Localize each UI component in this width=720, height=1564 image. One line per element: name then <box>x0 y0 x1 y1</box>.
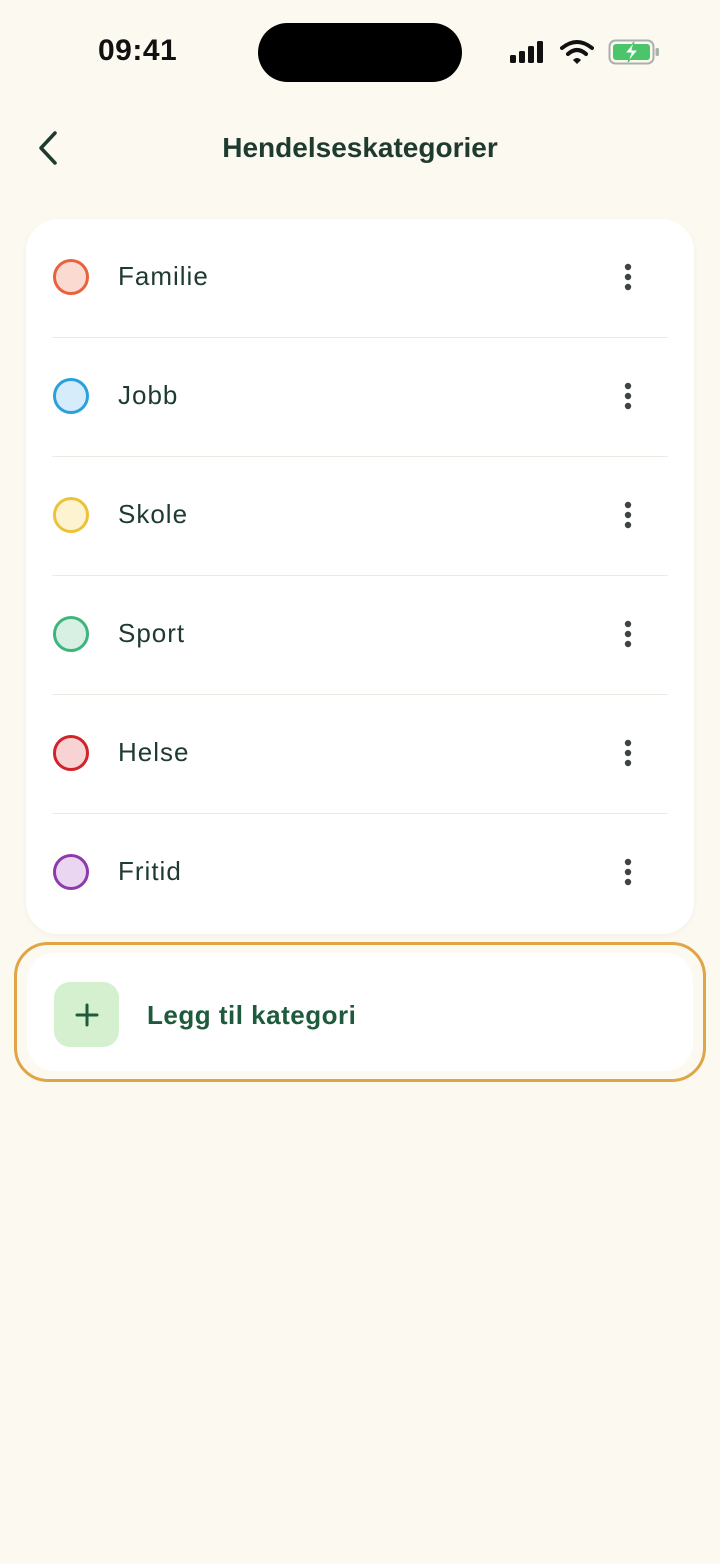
category-row-sport[interactable]: Sport <box>26 576 694 695</box>
more-vertical-icon <box>624 382 632 410</box>
category-label: Jobb <box>118 380 179 410</box>
cellular-signal-icon <box>510 41 543 63</box>
page-title: Hendelseskategorier <box>222 132 498 163</box>
category-label: Sport <box>118 618 186 648</box>
wifi-icon <box>560 40 594 64</box>
more-options-button[interactable] <box>610 493 646 537</box>
header: Hendelseskategorier <box>0 108 720 192</box>
category-row-helse[interactable]: Helse <box>26 695 694 814</box>
more-options-button[interactable] <box>610 731 646 775</box>
more-vertical-icon <box>624 858 632 886</box>
color-dot <box>53 378 89 414</box>
color-dot <box>53 854 89 890</box>
category-label: Skole <box>118 499 189 529</box>
more-options-button[interactable] <box>610 612 646 656</box>
more-options-button[interactable] <box>610 850 646 894</box>
dynamic-island <box>258 23 462 82</box>
add-category-card[interactable]: Legg til kategori <box>27 953 693 1071</box>
plus-icon <box>75 1003 98 1026</box>
status-time: 09:41 <box>98 34 178 67</box>
category-label: Fritid <box>118 856 182 886</box>
more-options-button[interactable] <box>610 374 646 418</box>
color-dot <box>53 616 89 652</box>
category-label: Familie <box>118 261 209 291</box>
more-vertical-icon <box>624 739 632 767</box>
category-row-fritid[interactable]: Fritid <box>26 814 694 933</box>
battery-charging-icon <box>608 39 659 65</box>
add-category-label: Legg til kategori <box>147 1000 357 1030</box>
add-icon-box <box>54 982 119 1047</box>
more-vertical-icon <box>624 620 632 648</box>
category-list: Familie Jobb Skole Sport Helse Fritid <box>26 219 694 934</box>
status-bar: 09:41 <box>0 0 720 104</box>
more-options-button[interactable] <box>610 255 646 299</box>
category-row-familie[interactable]: Familie <box>26 219 694 338</box>
add-category-button[interactable]: Legg til kategori <box>14 942 706 1082</box>
color-dot <box>53 259 89 295</box>
color-dot <box>53 735 89 771</box>
category-row-jobb[interactable]: Jobb <box>26 338 694 457</box>
color-dot <box>53 497 89 533</box>
status-icons <box>508 36 660 68</box>
more-vertical-icon <box>624 501 632 529</box>
category-label: Helse <box>118 737 190 767</box>
category-row-skole[interactable]: Skole <box>26 457 694 576</box>
more-vertical-icon <box>624 263 632 291</box>
